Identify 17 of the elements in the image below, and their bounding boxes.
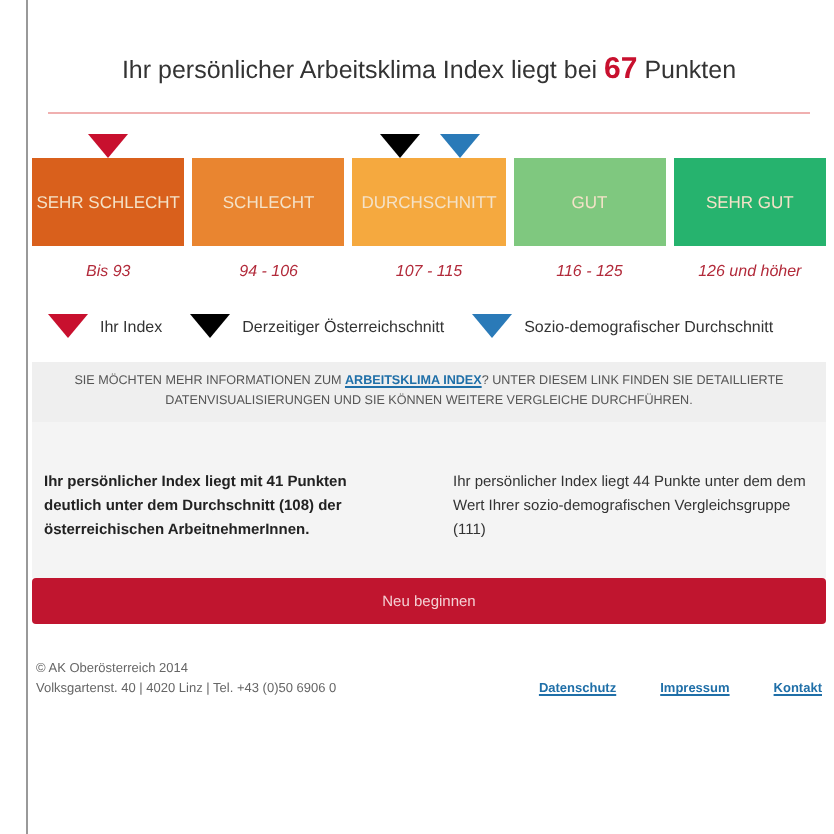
- range-label: 94 - 106: [237, 262, 300, 280]
- legend-marker-icon: [190, 314, 231, 338]
- range-label: 126 und höher: [696, 262, 804, 280]
- range-label: 107 - 115: [393, 262, 465, 280]
- rating-block: SEHR GUT: [673, 158, 827, 246]
- score-headline: Ihr persönlicher Arbeitsklima Index liegt bei 67 Punkten: [119, 52, 739, 90]
- range-label: Bis 93: [83, 262, 133, 280]
- rating-block: SCHLECHT: [192, 158, 345, 246]
- legend-label: Ihr Index: [100, 317, 163, 335]
- legend-marker-icon: [48, 314, 88, 338]
- rating-block: SEHR SCHLECHT: [32, 158, 185, 246]
- legend-marker-icon: [472, 314, 513, 338]
- legend-label: Derzeitiger Österreichschnitt: [242, 317, 445, 335]
- rating-block: DURCHSCHNITT: [352, 158, 506, 246]
- legend-label: Sozio-demografischer Durchschnitt: [524, 317, 774, 335]
- range-label: 116 - 125: [554, 262, 625, 280]
- rating-block: GUT: [513, 158, 666, 246]
